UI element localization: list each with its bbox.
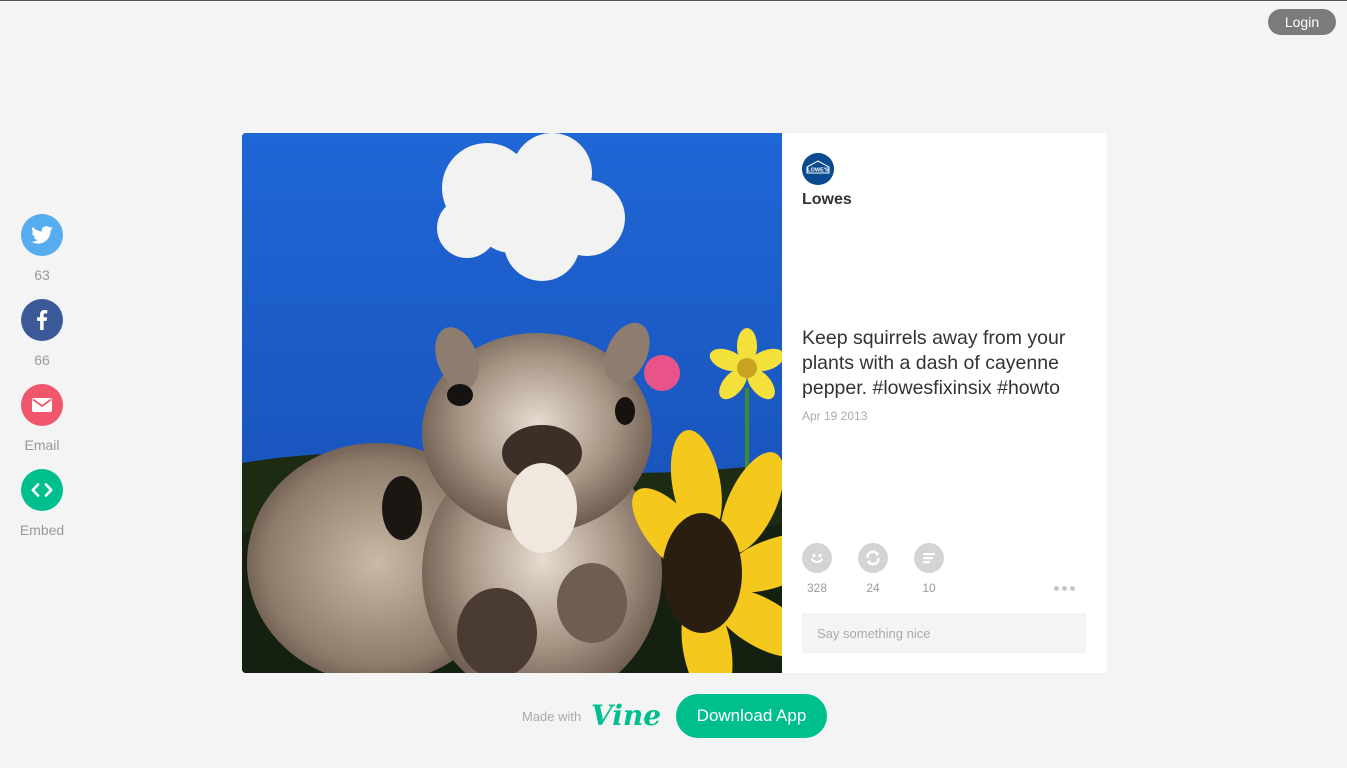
twitter-count: 63 [34,267,50,283]
likes-action: 328 [802,543,832,595]
facebook-count: 66 [34,352,50,368]
download-app-button[interactable]: Download App [676,694,827,738]
code-brackets-icon [31,483,53,497]
post-description: Keep squirrels away from your plants wit… [802,327,1066,399]
login-button[interactable]: Login [1268,9,1336,35]
post-date: Apr 19 2013 [802,409,868,423]
author-avatar[interactable]: LOWE'S [802,153,834,185]
more-options-icon[interactable] [1054,582,1078,594]
embed-label: Embed [19,522,65,538]
share-email: Email [21,384,63,453]
revine-icon [866,550,880,566]
like-button[interactable] [802,543,832,573]
revine-button[interactable] [858,543,888,573]
author-name[interactable]: Lowes [802,191,852,209]
revines-action: 24 [858,543,888,595]
revines-count: 24 [866,581,880,595]
smiley-icon [811,553,823,563]
email-share-button[interactable] [21,384,63,426]
comments-count: 10 [922,581,936,595]
comment-button[interactable] [914,543,944,573]
comment-icon [923,553,935,564]
vine-logo[interactable]: Vine [591,699,661,736]
embed-share-button[interactable] [21,469,63,511]
made-with-label: Made with [522,709,582,724]
video-player[interactable] [242,133,782,673]
facebook-share-button[interactable] [21,299,63,341]
comment-input[interactable] [802,613,1086,653]
share-embed: Embed [20,469,64,538]
vine-logo-text: Vine [591,699,661,731]
twitter-share-button[interactable] [21,214,63,256]
share-facebook: 66 [21,299,63,368]
post-card: LOWE'S Lowes Keep squirrels away from yo… [242,133,1107,673]
video-frame [242,133,782,673]
lowes-logo-icon: LOWE'S [802,153,834,185]
avatar-logo-text: LOWE'S [807,168,829,174]
twitter-bird-icon [31,226,53,244]
envelope-icon [32,398,52,412]
share-twitter: 63 [21,214,63,283]
comments-action: 10 [914,543,944,595]
email-label: Email [24,437,60,453]
facebook-f-icon [37,310,48,330]
post-details: LOWE'S Lowes Keep squirrels away from yo… [802,133,1087,673]
likes-count: 328 [806,581,828,595]
